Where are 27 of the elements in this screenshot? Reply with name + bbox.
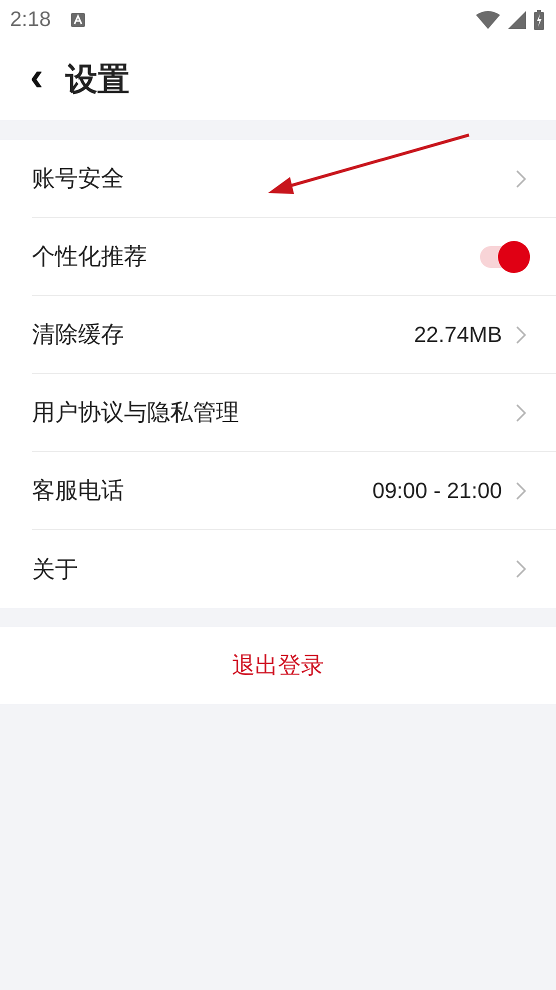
battery-icon	[534, 10, 544, 30]
status-time: 2:18	[10, 8, 51, 32]
toggle-switch[interactable]	[478, 240, 530, 272]
settings-label: 个性化推荐	[32, 243, 148, 272]
chevron-icon	[516, 482, 526, 500]
signal-icon	[508, 11, 526, 29]
chevron-icon	[516, 560, 526, 578]
settings-row[interactable]: 客服电话 09:00 - 21:00	[32, 452, 556, 530]
notification-icon	[70, 13, 85, 27]
settings-row[interactable]: 个性化推荐	[32, 218, 556, 296]
settings-label: 账号安全	[32, 165, 125, 194]
wifi-icon	[476, 11, 500, 29]
settings-row[interactable]: 用户协议与隐私管理	[32, 374, 556, 452]
settings-label: 关于	[32, 556, 79, 584]
settings-value: 22.74MB	[414, 322, 502, 348]
logout-button[interactable]: 退出登录	[226, 649, 330, 682]
settings-value: 09:00 - 21:00	[372, 478, 502, 504]
settings-row[interactable]: 关于	[32, 530, 556, 608]
settings-label: 清除缓存	[32, 321, 125, 350]
chevron-icon	[516, 170, 526, 188]
settings-label: 客服电话	[32, 477, 125, 506]
back-button[interactable]: ‹	[26, 57, 48, 103]
chevron-icon	[516, 326, 526, 344]
chevron-icon	[516, 404, 526, 422]
settings-label: 用户协议与隐私管理	[32, 399, 240, 428]
settings-row[interactable]: 清除缓存 22.74MB	[32, 296, 556, 374]
page-title: 设置	[65, 59, 130, 100]
